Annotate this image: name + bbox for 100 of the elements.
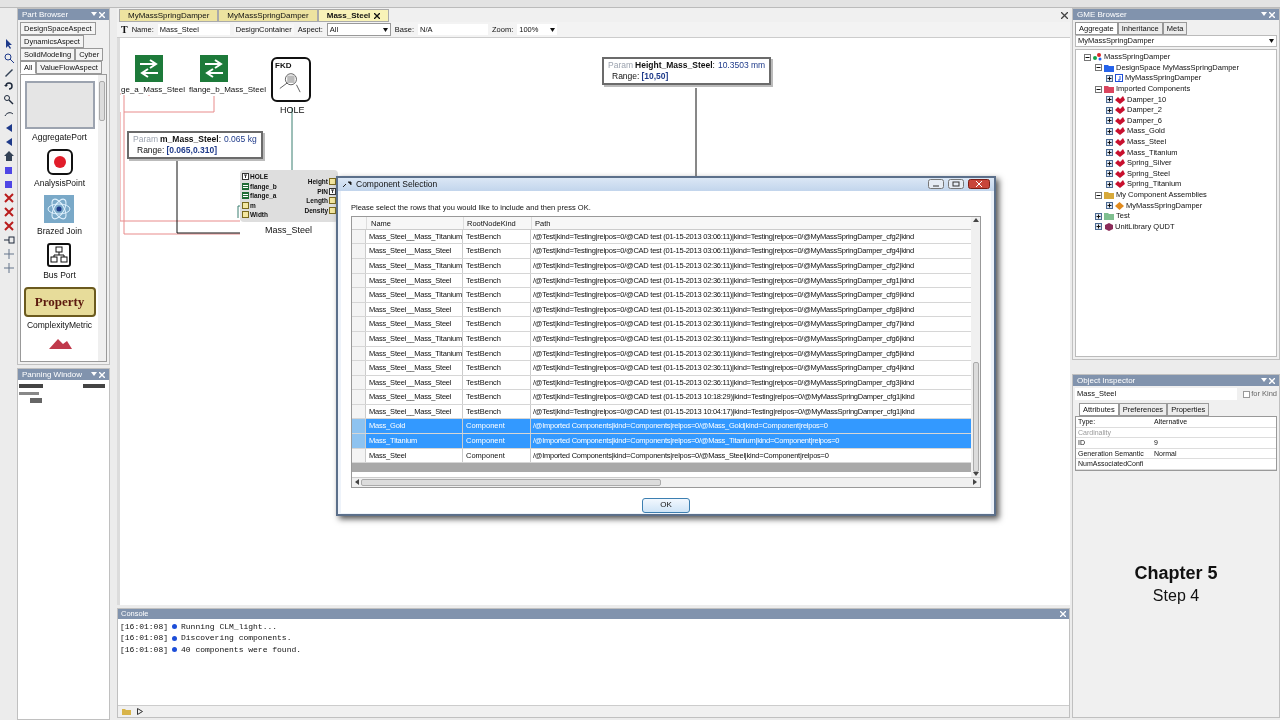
editor-tab[interactable]: MyMassSpringDamper bbox=[218, 9, 318, 22]
parameter-name: Height_Mass_Steel bbox=[635, 60, 713, 71]
editor-tab[interactable]: Mass_Steel bbox=[317, 9, 390, 22]
parameter-name: m_Mass_Steel bbox=[160, 134, 219, 145]
folder-icon bbox=[1104, 85, 1114, 94]
expand-icon[interactable] bbox=[1106, 159, 1113, 167]
parameter-box[interactable]: Param Height_Mass_Steel: 10.3503 mm Range: [10,50] bbox=[602, 57, 772, 85]
zoom-icon[interactable] bbox=[2, 52, 15, 64]
assembly-icon bbox=[1115, 201, 1124, 210]
panel-title: Panning Window bbox=[18, 369, 109, 380]
log-time: [16:01:08] bbox=[120, 643, 168, 656]
cube-icon[interactable] bbox=[2, 178, 15, 190]
expand-icon[interactable] bbox=[1106, 75, 1113, 82]
expand-icon[interactable] bbox=[1106, 138, 1113, 146]
close-icon[interactable] bbox=[968, 179, 990, 190]
log-message: Discovering components. bbox=[181, 632, 292, 645]
expand-icon[interactable] bbox=[1106, 127, 1113, 135]
log-time: [16:01:08] bbox=[120, 632, 168, 645]
panel-title: GME Browser bbox=[1073, 9, 1279, 20]
part-label: ComplexityMetric bbox=[26, 320, 93, 331]
expand-icon[interactable] bbox=[1106, 96, 1113, 104]
parameter-value: 0.065 kg bbox=[224, 134, 257, 145]
vertical-scrollbar[interactable] bbox=[98, 75, 106, 361]
dropdown-icon bbox=[550, 27, 556, 32]
record-icon[interactable] bbox=[46, 149, 73, 175]
flange-port-icon bbox=[242, 182, 249, 190]
cross-icon[interactable] bbox=[2, 192, 15, 204]
plus-icon[interactable] bbox=[2, 262, 15, 274]
scroll-right-icon[interactable] bbox=[973, 479, 978, 486]
expand-icon[interactable] bbox=[1106, 117, 1113, 125]
dropdown-icon[interactable] bbox=[91, 12, 97, 17]
close-icon[interactable] bbox=[1061, 12, 1068, 19]
blank-tile-icon[interactable] bbox=[24, 81, 95, 129]
expand-icon[interactable] bbox=[1106, 180, 1113, 188]
editor-tab[interactable]: MyMassSpringDamper bbox=[119, 9, 219, 22]
ok-button[interactable]: OK bbox=[642, 497, 690, 513]
info-dot-icon bbox=[172, 624, 177, 630]
project-icon bbox=[1093, 53, 1102, 62]
hole-node[interactable]: FKD bbox=[271, 57, 311, 102]
expand-icon[interactable] bbox=[1106, 149, 1113, 157]
collapse-icon[interactable] bbox=[1095, 85, 1102, 93]
parameter-prefix: Param bbox=[133, 134, 159, 145]
connector-icon[interactable] bbox=[2, 234, 15, 246]
parameter-separator: : bbox=[712, 60, 715, 71]
scroll-up-icon[interactable] bbox=[972, 216, 979, 222]
node-tag: FKD bbox=[275, 61, 292, 70]
scroll-left-icon[interactable] bbox=[354, 479, 359, 486]
chapter-title: Chapter 5 bbox=[1134, 562, 1218, 585]
node-label: ge_a_Mass_Steel bbox=[121, 85, 186, 95]
cube-icon[interactable] bbox=[2, 164, 15, 176]
range-value: [0.065,0.310] bbox=[166, 145, 217, 156]
expand-icon[interactable] bbox=[1095, 223, 1102, 231]
folder-icon bbox=[1104, 212, 1114, 221]
play-icon[interactable] bbox=[137, 708, 143, 715]
undo-icon[interactable] bbox=[2, 80, 15, 92]
property-tile[interactable]: Property bbox=[23, 287, 96, 317]
range-label: Range: bbox=[612, 71, 640, 82]
dropdown-icon[interactable] bbox=[1261, 12, 1267, 17]
close-icon[interactable] bbox=[374, 12, 381, 19]
minimize-icon[interactable] bbox=[928, 179, 944, 190]
dropdown-icon bbox=[1269, 39, 1274, 43]
search-icon[interactable] bbox=[2, 94, 15, 106]
console-input-bar[interactable] bbox=[118, 705, 1069, 717]
house-icon[interactable] bbox=[2, 150, 15, 162]
collapse-icon[interactable] bbox=[1084, 53, 1091, 61]
collapse-icon[interactable] bbox=[1095, 191, 1102, 199]
atom-icon[interactable] bbox=[44, 195, 75, 223]
part-label: Brazed Join bbox=[37, 226, 82, 237]
node-label: HOLE bbox=[280, 105, 305, 115]
step-subtitle: Step 4 bbox=[1152, 586, 1200, 606]
parameter-prefix: Param bbox=[608, 60, 634, 71]
expand-icon[interactable] bbox=[1106, 170, 1113, 178]
plus-icon[interactable] bbox=[2, 248, 15, 260]
port-icon bbox=[329, 187, 336, 195]
node-label: flange_b_Mass_Steel bbox=[189, 85, 266, 95]
mountain-icon[interactable] bbox=[46, 337, 73, 349]
expand-icon[interactable] bbox=[1106, 106, 1113, 114]
expand-icon[interactable] bbox=[1106, 202, 1113, 210]
expand-icon[interactable] bbox=[1095, 212, 1102, 220]
node-label: Mass_Steel bbox=[265, 225, 313, 235]
parameter-box[interactable]: Param m_Mass_Steel: 0.065 kg Range: [0.065,0.310] bbox=[127, 131, 263, 159]
cross-icon[interactable] bbox=[2, 206, 15, 218]
folder-icon bbox=[1104, 191, 1114, 199]
collapse-icon[interactable] bbox=[1095, 64, 1102, 72]
panel-title: Part Browser bbox=[18, 9, 109, 20]
network-icon[interactable] bbox=[47, 243, 72, 267]
arrows-icon[interactable] bbox=[135, 55, 163, 82]
dropdown-icon bbox=[382, 27, 388, 32]
horizontal-scrollbar[interactable] bbox=[352, 476, 980, 487]
vertical-scrollbar[interactable] bbox=[971, 216, 980, 477]
dropdown-icon[interactable] bbox=[1261, 378, 1267, 383]
dropdown-icon[interactable] bbox=[91, 372, 97, 377]
part-label: AggregatePort bbox=[32, 132, 87, 143]
flange-port-icon bbox=[242, 192, 249, 200]
cross-icon[interactable] bbox=[2, 220, 15, 232]
maximize-icon[interactable] bbox=[948, 179, 964, 190]
info-dot-icon bbox=[172, 647, 177, 653]
text-tool-button[interactable]: T bbox=[121, 22, 128, 37]
arrows-icon[interactable] bbox=[200, 55, 228, 82]
checkbox[interactable] bbox=[1243, 390, 1251, 398]
